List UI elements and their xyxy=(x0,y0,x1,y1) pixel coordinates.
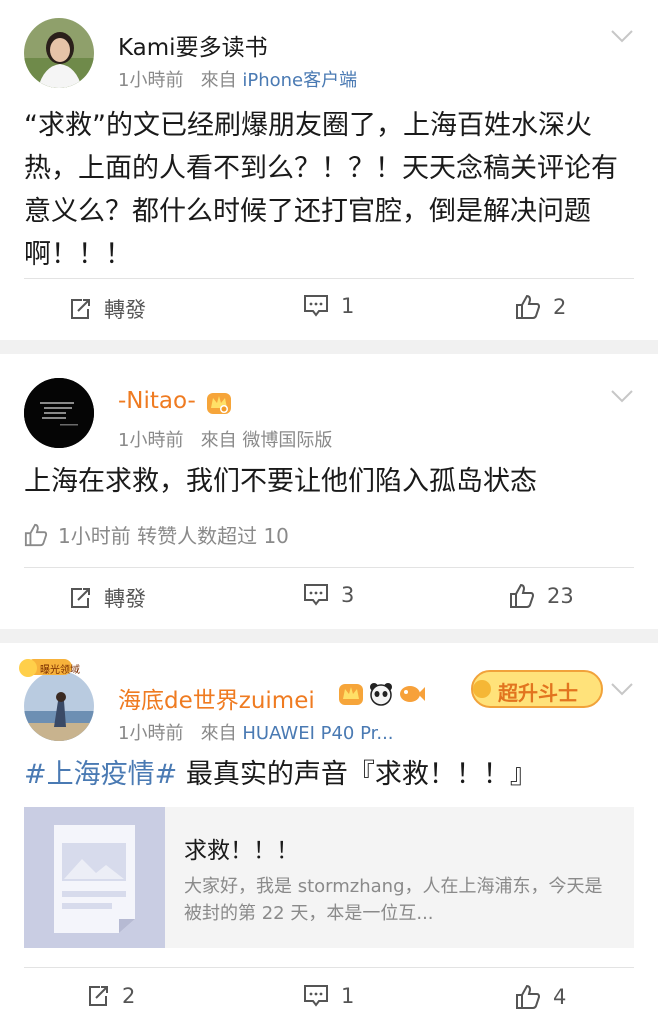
post-2: -Nitao- 1小時前 來自 微博国际版 上海在求救，我们不要让他们陷入孤岛状… xyxy=(0,354,658,629)
post-content-line: #上海疫情# 最真实的声音『求救！！！』 xyxy=(24,753,634,796)
post-time: 1小時前 xyxy=(118,430,184,451)
like-button[interactable]: 2 xyxy=(515,294,566,320)
from-label: 來自 xyxy=(200,70,237,91)
fighter-badge-text: 超升斗士 xyxy=(498,681,578,705)
divider xyxy=(24,278,634,279)
post-source[interactable]: iPhone客户端 xyxy=(242,70,357,91)
card-thumbnail xyxy=(24,807,165,948)
post-source[interactable]: 微博国际版 xyxy=(242,430,332,451)
repost-label: 轉發 xyxy=(104,587,146,611)
crown-badge-icon xyxy=(339,684,363,705)
crown-badge-icon xyxy=(207,393,231,414)
thumbs-up-icon xyxy=(24,523,48,546)
post-content: 最真实的声音『求救！！！』 xyxy=(185,759,537,790)
like-summary[interactable]: 1小时前 转赞人数超过 10 xyxy=(24,520,289,549)
avatar[interactable] xyxy=(24,18,94,88)
comment-icon xyxy=(304,295,328,317)
post-meta: 1小時前 來自 iPhone客户端 xyxy=(118,66,357,92)
comment-icon xyxy=(304,584,328,606)
like-summary-text: 1小时前 转赞人数超过 10 xyxy=(58,524,289,548)
like-count: 2 xyxy=(553,295,567,319)
chevron-down-icon[interactable] xyxy=(610,388,634,404)
chevron-down-icon[interactable] xyxy=(610,28,634,44)
link-card[interactable]: 求救！！！ 大家好，我是 stormzhang，人在上海浦东，今天是被封的第 2… xyxy=(24,807,634,948)
thumbs-up-icon xyxy=(516,984,541,1009)
post-3: 曝光领域 海底de世界zuimei 超升斗士 1小時前 來自 HUAWEI P4… xyxy=(0,643,658,1023)
repost-count: 2 xyxy=(122,984,136,1008)
repost-icon xyxy=(89,986,108,1006)
comment-icon xyxy=(304,985,328,1007)
comment-button[interactable]: 1 xyxy=(303,984,354,1008)
avatar[interactable] xyxy=(24,671,94,741)
username[interactable]: Kami要多读书 xyxy=(118,28,268,62)
comment-button[interactable]: 3 xyxy=(303,583,354,607)
separator xyxy=(0,629,658,643)
post-time: 1小時前 xyxy=(118,723,184,744)
divider xyxy=(24,567,634,568)
avatar[interactable] xyxy=(24,378,94,448)
document-icon xyxy=(24,807,165,948)
repost-icon xyxy=(71,588,90,608)
user-badges xyxy=(338,681,426,707)
repost-button[interactable]: 轉發 xyxy=(68,294,146,324)
thumbs-up-icon xyxy=(510,583,535,608)
repost-label: 轉發 xyxy=(104,298,146,322)
post-source[interactable]: HUAWEI P40 Pr... xyxy=(242,723,393,744)
comment-count: 3 xyxy=(341,583,355,607)
thumbs-up-icon xyxy=(516,294,541,319)
post-content: 上海在求救，我们不要让他们陷入孤岛状态 xyxy=(24,466,537,497)
divider xyxy=(24,967,634,968)
avatar-badge-text: 曝光领域 xyxy=(40,665,80,676)
repost-button[interactable]: 轉發 xyxy=(68,583,146,613)
topic-link[interactable]: #上海疫情# xyxy=(24,759,177,790)
post-content: “求救”的文已经刷爆朋友圈了，上海百姓水深火热，上面的人看不到么？！？！天天念稿… xyxy=(24,110,618,270)
comment-count: 1 xyxy=(341,984,355,1008)
comment-count: 1 xyxy=(341,294,355,318)
card-title: 求救！！！ xyxy=(184,838,299,864)
from-label: 來自 xyxy=(200,723,237,744)
fighter-badge: 超升斗士 xyxy=(468,663,606,715)
post-meta: 1小時前 來自 HUAWEI P40 Pr... xyxy=(118,719,394,745)
comment-button[interactable]: 1 xyxy=(303,294,354,318)
like-count: 23 xyxy=(547,584,574,608)
post-time: 1小時前 xyxy=(118,70,184,91)
chevron-down-icon[interactable] xyxy=(610,681,634,697)
post-meta: 1小時前 來自 微博国际版 xyxy=(118,426,332,452)
fish-icon xyxy=(400,686,425,702)
card-description: 大家好，我是 stormzhang，人在上海浦东，今天是被封的第 22 天，本是… xyxy=(184,876,603,924)
repost-button[interactable]: 2 xyxy=(86,984,135,1008)
username[interactable]: -Nitao- xyxy=(118,388,196,414)
username[interactable]: 海底de世界zuimei xyxy=(118,681,315,715)
like-button[interactable]: 4 xyxy=(515,984,566,1010)
from-label: 來自 xyxy=(200,430,237,451)
like-count: 4 xyxy=(553,985,567,1009)
post-1: Kami要多读书 1小時前 來自 iPhone客户端 “求救”的文已经刷爆朋友圈… xyxy=(0,0,658,340)
like-button[interactable]: 23 xyxy=(509,583,574,609)
repost-icon xyxy=(71,299,90,319)
separator xyxy=(0,340,658,354)
avatar-badge: 曝光领域 xyxy=(18,657,80,679)
panda-icon xyxy=(370,683,392,706)
